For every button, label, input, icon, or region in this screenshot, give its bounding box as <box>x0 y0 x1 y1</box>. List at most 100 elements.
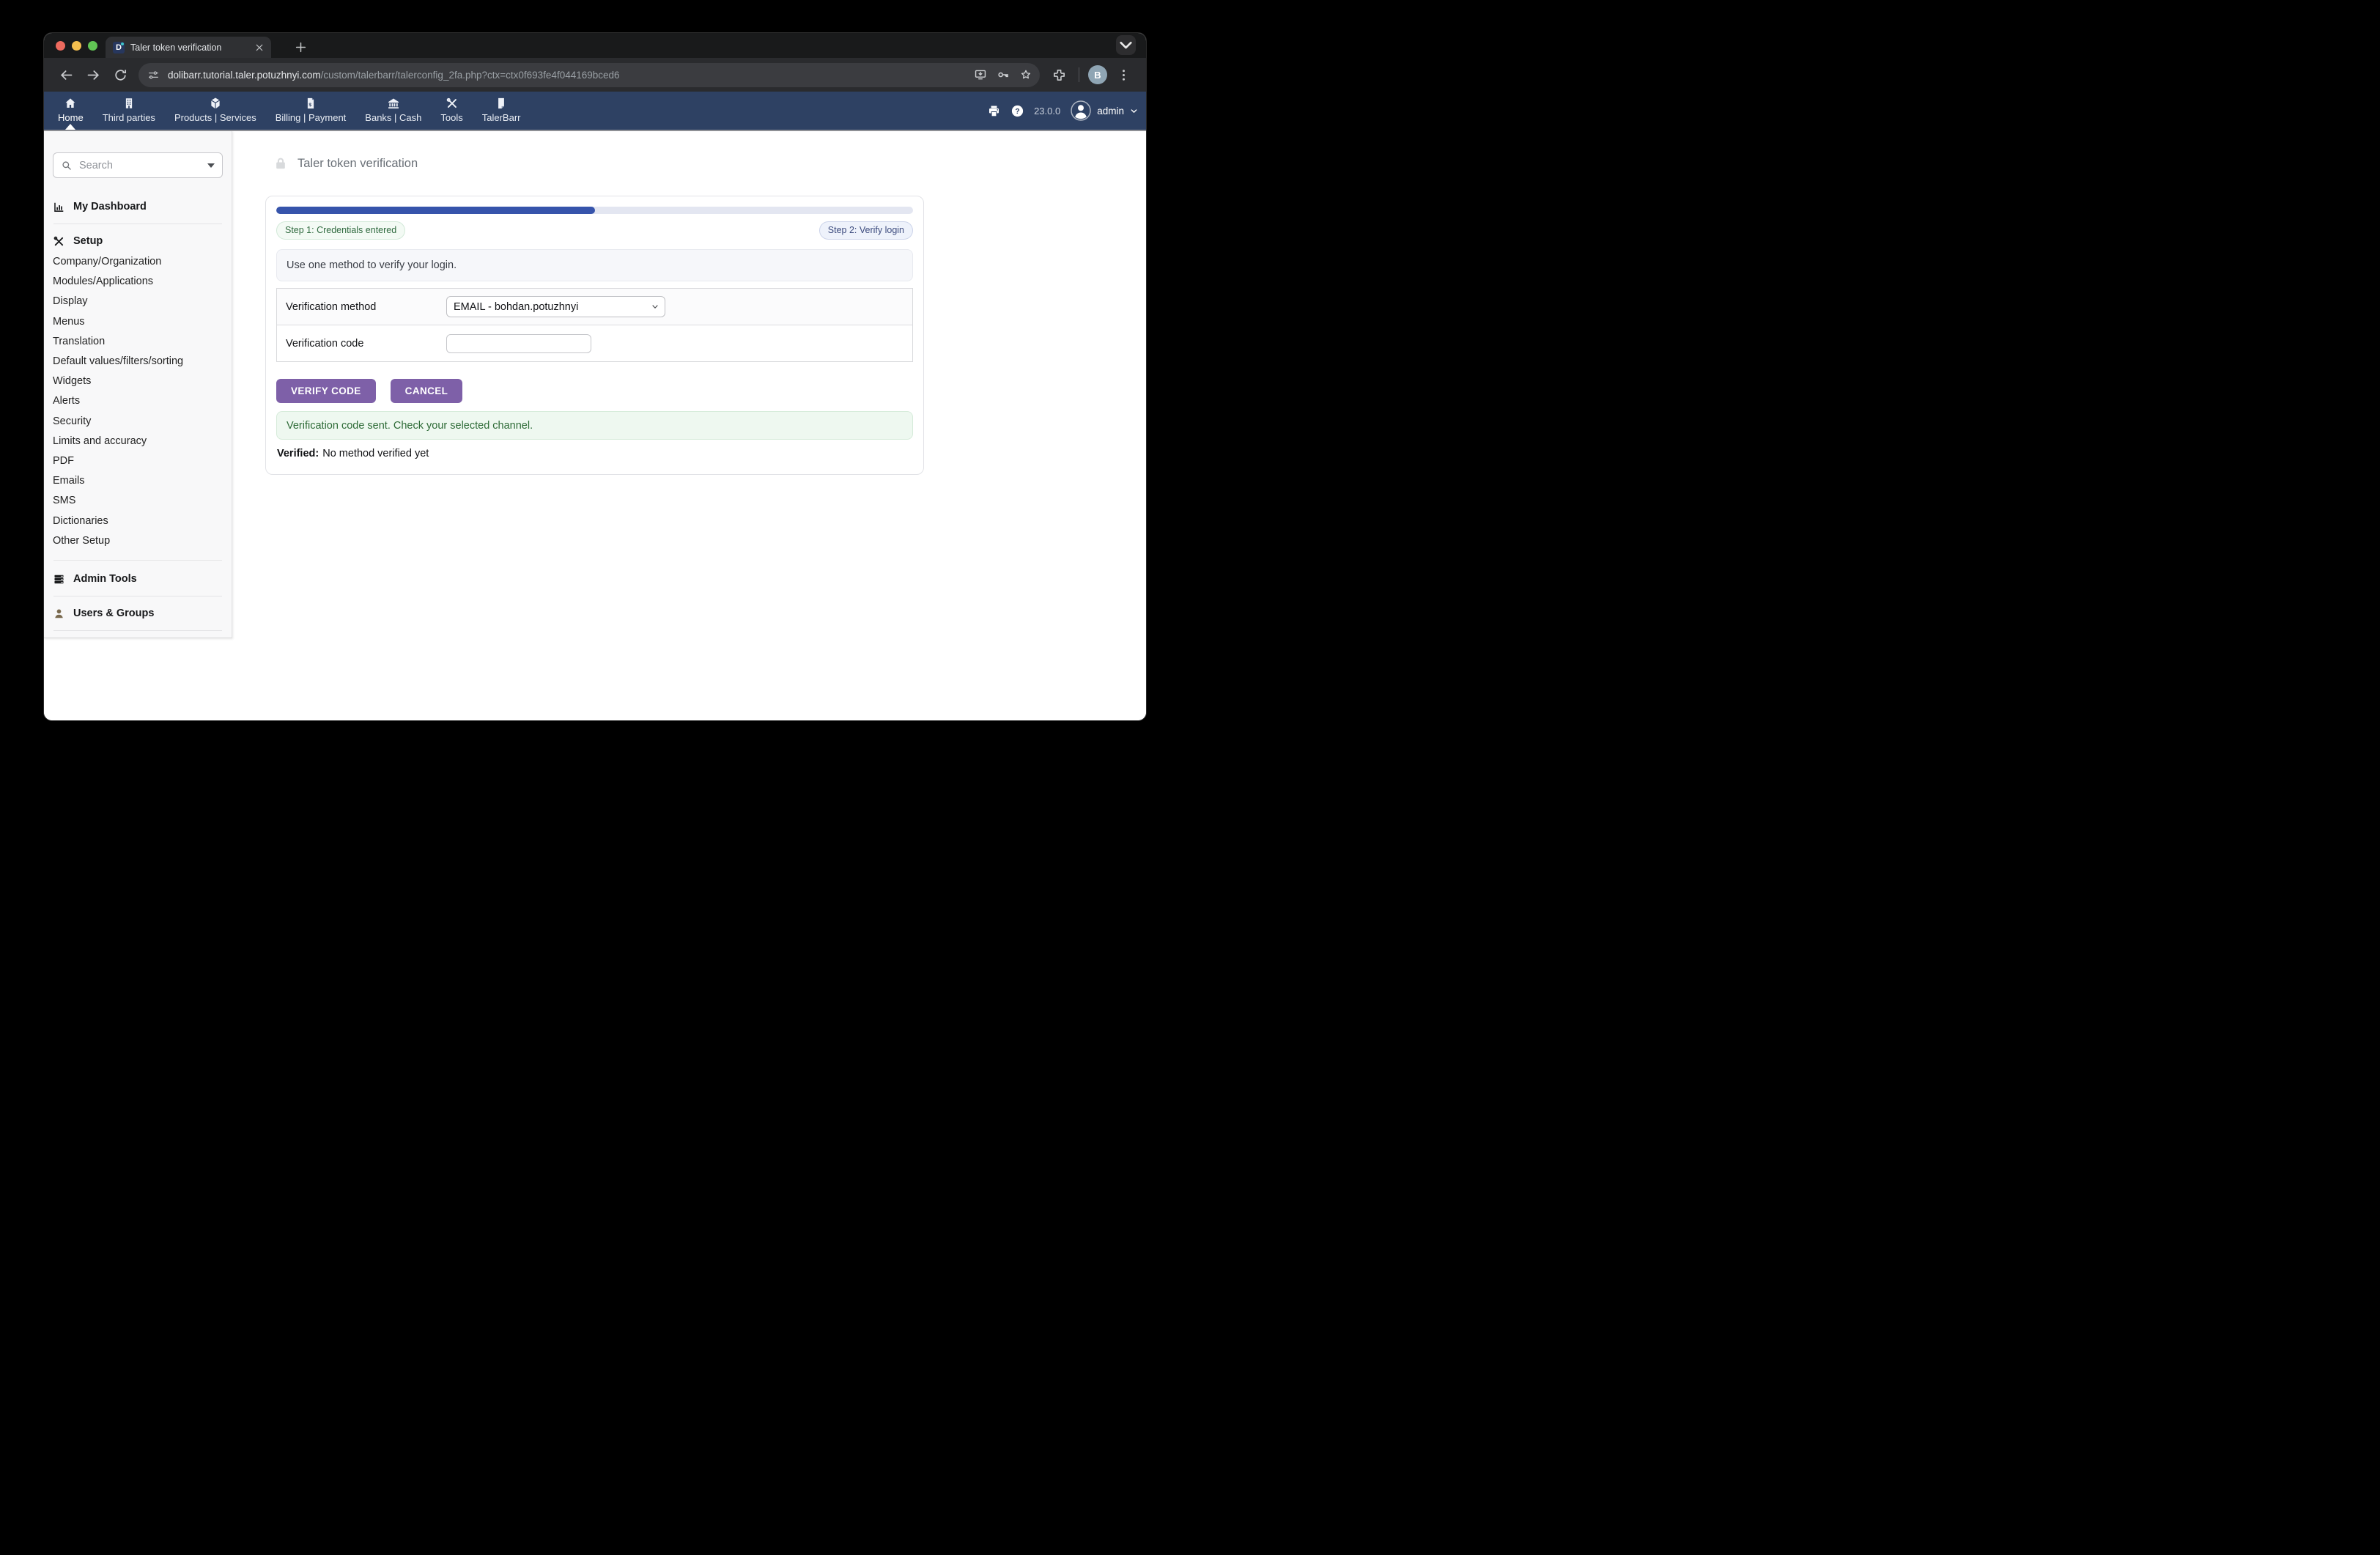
user-menu[interactable]: admin <box>1070 100 1139 122</box>
progress-bar <box>276 207 913 214</box>
browser-profile-avatar[interactable]: B <box>1088 65 1107 84</box>
lock-icon <box>273 156 288 171</box>
bank-icon <box>387 97 400 110</box>
sidebar-item-users-groups[interactable]: Users & Groups <box>53 602 223 624</box>
chevron-down-icon <box>1116 35 1136 55</box>
sidebar-item-display[interactable]: Display <box>53 292 223 311</box>
sidebar-item-dictionaries[interactable]: Dictionaries <box>53 511 223 531</box>
sidebar-item-company-organization[interactable]: Company/Organization <box>53 252 223 272</box>
verification-code-input[interactable] <box>446 334 591 353</box>
address-bar[interactable]: dolibarr.tutorial.taler.potuzhnyi.com/cu… <box>138 63 1040 87</box>
cancel-button[interactable]: CANCEL <box>391 379 463 403</box>
search-input[interactable] <box>79 160 207 171</box>
step1-badge: Step 1: Credentials entered <box>276 221 405 240</box>
page-heading: Taler token verification <box>273 155 1146 172</box>
navbar-right: ? 23.0.0 admin <box>987 92 1139 130</box>
menu-label: Banks | Cash <box>365 112 421 123</box>
sidebar-item-my-dashboard[interactable]: My Dashboard <box>53 196 223 218</box>
minimize-window-button[interactable] <box>72 41 81 51</box>
version-label: 23.0.0 <box>1034 106 1060 117</box>
sidebar-item-widgets[interactable]: Widgets <box>53 372 223 391</box>
user-name: admin <box>1097 106 1124 117</box>
sidebar-item-translation[interactable]: Translation <box>53 332 223 352</box>
verification-form-table: Verification method EMAIL - bohdan.potuz… <box>276 288 913 362</box>
sidebar-item-pdf[interactable]: PDF <box>53 451 223 471</box>
sidebar-divider <box>53 630 222 631</box>
menu-talerbarr[interactable]: TalerBarr <box>473 92 531 130</box>
verified-label: Verified: <box>277 448 319 459</box>
dashboard-label: My Dashboard <box>73 201 147 213</box>
url-text: dolibarr.tutorial.taler.potuzhnyi.com/cu… <box>168 70 964 81</box>
verify-code-button[interactable]: VERIFY CODE <box>276 379 376 403</box>
menu-third-parties[interactable]: Third parties <box>93 92 165 130</box>
sidebar-item-setup[interactable]: Setup <box>53 230 223 252</box>
sidebar-item-emails[interactable]: Emails <box>53 471 223 491</box>
steps-row: Step 1: Credentials entered Step 2: Veri… <box>276 221 913 240</box>
print-icon[interactable] <box>987 104 1001 118</box>
verified-status: Verified:No method verified yet <box>277 448 913 459</box>
tab-search-button[interactable] <box>1116 35 1136 55</box>
menu-banks-cash[interactable]: Banks | Cash <box>355 92 431 130</box>
building-icon <box>122 97 136 110</box>
forward-button[interactable] <box>86 67 101 83</box>
file-icon <box>495 97 508 110</box>
app-navbar: Home Third parties Products | Services $Bil… <box>44 92 1146 131</box>
server-icon <box>53 573 65 586</box>
reload-button[interactable] <box>113 67 128 83</box>
extensions-icon[interactable] <box>1052 67 1067 83</box>
success-message: Verification code sent. Check your selec… <box>276 411 913 440</box>
site-info-icon[interactable] <box>147 69 160 81</box>
menu-label: TalerBarr <box>482 112 521 123</box>
sidebar-item-modules-applications[interactable]: Modules/Applications <box>53 272 223 292</box>
passwords-icon[interactable] <box>997 68 1010 81</box>
tab-close-icon[interactable] <box>254 42 265 53</box>
sidebar-item-security[interactable]: Security <box>53 412 223 432</box>
sidebar-item-alerts[interactable]: Alerts <box>53 391 223 411</box>
verification-method-select[interactable]: EMAIL - bohdan.potuzhnyi <box>446 296 665 317</box>
close-window-button[interactable] <box>56 41 65 51</box>
search-caret-icon[interactable] <box>207 163 215 168</box>
tab-strip: D Taler token verification <box>44 33 1146 58</box>
sidebar: My Dashboard Setup Company/OrganizationM… <box>44 131 232 638</box>
sidebar-item-menus[interactable]: Menus <box>53 312 223 332</box>
box-icon <box>209 97 222 110</box>
dashboard-icon <box>53 201 65 213</box>
menu-billing-payment[interactable]: $Billing | Payment <box>266 92 356 130</box>
step2-badge: Step 2: Verify login <box>819 221 913 240</box>
back-button[interactable] <box>59 67 74 83</box>
page-body: My Dashboard Setup Company/OrganizationM… <box>44 131 1146 721</box>
sidebar-item-sms[interactable]: SMS <box>53 491 223 511</box>
sidebar-item-limits-and-accuracy[interactable]: Limits and accuracy <box>53 432 223 451</box>
new-tab-button[interactable] <box>294 40 308 54</box>
admin-tools-label: Admin Tools <box>73 573 137 585</box>
browser-toolbar: dolibarr.tutorial.taler.potuzhnyi.com/cu… <box>44 58 1146 92</box>
menu-tools[interactable]: Tools <box>431 92 472 130</box>
instruction-box: Use one method to verify your login. <box>276 249 913 281</box>
home-icon <box>64 97 77 110</box>
zoom-window-button[interactable] <box>88 41 97 51</box>
menu-home[interactable]: Home <box>48 92 93 130</box>
browser-menu-icon[interactable] <box>1116 67 1131 83</box>
browser-tab[interactable]: D Taler token verification <box>106 37 271 58</box>
verification-method-wrap: EMAIL - bohdan.potuzhnyi <box>446 296 665 317</box>
sidebar-divider <box>53 560 222 561</box>
bookmark-star-icon[interactable] <box>1019 68 1032 81</box>
menu-label: Products | Services <box>174 112 256 123</box>
table-row: Verification code <box>277 325 912 361</box>
user-chevron-down-icon <box>1129 106 1139 116</box>
sidebar-item-admin-tools[interactable]: Admin Tools <box>53 568 223 590</box>
help-icon[interactable]: ? <box>1010 104 1024 118</box>
bill-icon: $ <box>304 97 317 110</box>
svg-text:?: ? <box>1015 108 1019 116</box>
verification-card: Step 1: Credentials entered Step 2: Veri… <box>265 196 924 475</box>
main-content: Taler token verification Step 1: Credent… <box>232 131 1146 475</box>
sidebar-item-default-values-filters-sorting[interactable]: Default values/filters/sorting <box>53 352 223 372</box>
browser-window: D Taler token verification dolibarr.tuto… <box>43 32 1147 721</box>
sidebar-item-other-setup[interactable]: Other Setup <box>53 531 223 551</box>
search-icon <box>61 160 73 171</box>
progress-fill <box>276 207 595 214</box>
menu-label: Third parties <box>103 112 155 123</box>
menu-products-services[interactable]: Products | Services <box>165 92 266 130</box>
person-icon <box>53 607 65 620</box>
install-app-icon[interactable] <box>974 68 987 81</box>
